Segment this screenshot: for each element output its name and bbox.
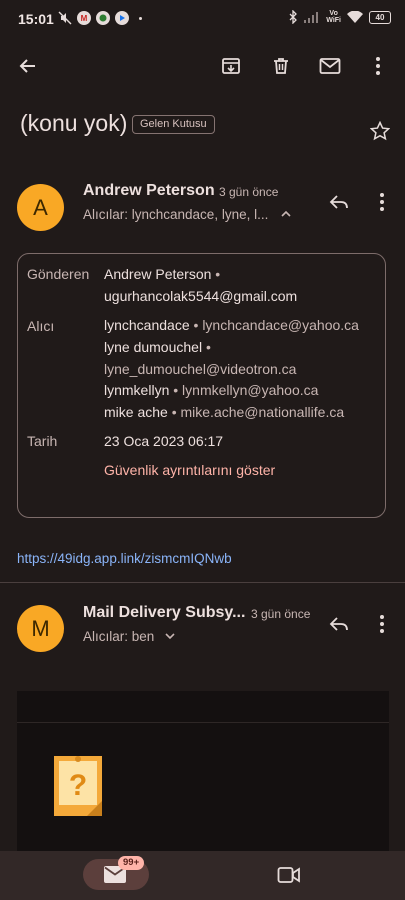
svg-text:M: M bbox=[81, 14, 88, 23]
recipient-email[interactable]: lyne_dumouchel@videotron.ca bbox=[104, 361, 296, 377]
sender-name: Andrew Peterson bbox=[83, 182, 215, 199]
envelope-icon bbox=[319, 58, 341, 74]
signal-icon bbox=[304, 12, 319, 23]
chevron-up-icon bbox=[281, 210, 291, 217]
from-name: Andrew Peterson • bbox=[104, 266, 221, 282]
trash-icon bbox=[274, 58, 288, 74]
star-button[interactable] bbox=[362, 113, 398, 149]
gmail-icon: M bbox=[77, 11, 91, 25]
more-notifications-dot bbox=[139, 16, 142, 20]
message-body-link[interactable]: https://49idg.app.link/zismcmIQNwb bbox=[17, 551, 232, 566]
security-details-link[interactable]: Güvenlik ayrıntılarını göster bbox=[104, 462, 275, 478]
more-options-button[interactable] bbox=[360, 48, 396, 84]
message-date: 23 Oca 2023 06:17 bbox=[104, 433, 224, 449]
recipients-text: Alıcılar: ben bbox=[83, 629, 155, 644]
svg-text:?: ? bbox=[69, 769, 87, 802]
recipient-row[interactable]: lynchcandace • lynchcandace@yahoo.ca bbox=[104, 317, 359, 333]
message-divider bbox=[0, 582, 405, 583]
more-vert-icon bbox=[376, 57, 380, 75]
system-icons: Vo WiFi 40 bbox=[288, 10, 391, 24]
wifi-icon bbox=[347, 11, 363, 23]
message-time: 3 gün önce bbox=[219, 185, 279, 199]
bluetooth-icon bbox=[289, 10, 298, 24]
delete-button[interactable] bbox=[263, 48, 299, 84]
archive-button[interactable] bbox=[213, 48, 249, 84]
from-email[interactable]: ugurhancolak5544@gmail.com bbox=[104, 288, 297, 304]
recipient-row[interactable]: lynmkellyn • lynmkellyn@yahoo.ca bbox=[104, 382, 318, 398]
bottom-navigation bbox=[0, 851, 405, 900]
reply-icon bbox=[329, 617, 348, 631]
recipients-summary[interactable]: Alıcılar: lynchcandace, lyne, l... bbox=[83, 207, 292, 222]
archive-icon bbox=[222, 58, 240, 74]
message-more-button[interactable] bbox=[364, 184, 400, 220]
message-time: 3 gün önce bbox=[251, 607, 311, 621]
date-label: Tarih bbox=[27, 433, 58, 449]
to-label: Alıcı bbox=[27, 318, 55, 334]
email-subject: (konu yok) bbox=[20, 110, 128, 136]
back-button[interactable] bbox=[10, 48, 46, 84]
notification-icons: M bbox=[58, 11, 142, 25]
reply-icon bbox=[329, 195, 348, 209]
recipient-row[interactable]: mike ache • mike.ache@nationallife.ca bbox=[104, 404, 344, 420]
app-icon bbox=[96, 11, 110, 25]
battery-icon: 40 bbox=[369, 10, 391, 24]
mute-icon bbox=[58, 11, 72, 25]
inbox-label-chip[interactable]: Gelen Kutusu bbox=[132, 115, 215, 134]
mark-unread-button[interactable] bbox=[312, 48, 348, 84]
play-store-icon bbox=[115, 11, 129, 25]
message-more-button[interactable] bbox=[364, 606, 400, 642]
status-bar: 15:01 M Vo WiFi 40 bbox=[0, 0, 405, 38]
recipient-row[interactable]: lyne dumouchel • bbox=[104, 339, 211, 355]
avatar[interactable]: M bbox=[17, 605, 64, 652]
sender-name: Mail Delivery Subsy... bbox=[83, 604, 246, 621]
warning-note-icon: ? bbox=[54, 756, 102, 816]
chevron-down-icon bbox=[165, 633, 175, 640]
recipients-text: Alıcılar: lynchcandace, lyne, l... bbox=[83, 207, 269, 222]
avatar[interactable]: A bbox=[17, 184, 64, 231]
arrow-left-icon bbox=[19, 59, 35, 73]
star-outline-icon bbox=[370, 121, 390, 141]
reply-button[interactable] bbox=[321, 184, 357, 220]
reply-button[interactable] bbox=[321, 606, 357, 642]
recipients-summary[interactable]: Alıcılar: ben bbox=[83, 629, 176, 644]
from-label: Gönderen bbox=[27, 266, 90, 282]
video-call-icon[interactable] bbox=[277, 866, 301, 884]
status-time: 15:01 bbox=[18, 11, 54, 27]
unread-count-badge: 99+ bbox=[118, 856, 145, 870]
more-vert-icon bbox=[380, 193, 384, 211]
more-vert-icon bbox=[380, 615, 384, 633]
vowifi-indicator: Vo WiFi bbox=[326, 10, 341, 24]
